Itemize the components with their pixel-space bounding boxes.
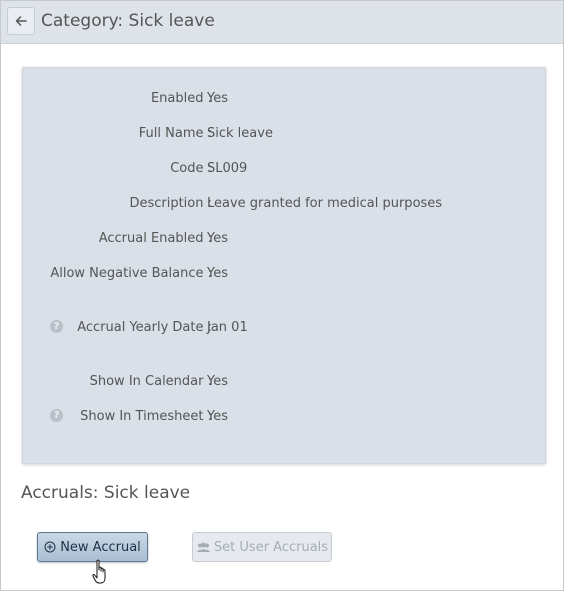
show-in-timesheet-label: Show In Timesheet :	[80, 409, 212, 424]
accrual-enabled-value: Yes	[207, 231, 228, 246]
full-name-value: Sick leave	[207, 126, 273, 141]
description-value: Leave granted for medical purposes	[207, 196, 443, 211]
enabled-label: Enabled :	[150, 91, 212, 106]
code-value: SL009	[207, 161, 248, 176]
category-details-panel: Enabled : Yes Full Name : Sick leave Cod…	[22, 67, 546, 464]
enabled-value: Yes	[207, 91, 228, 106]
new-accrual-label: New Accrual	[60, 539, 141, 555]
allow-negative-balance-label: Allow Negative Balance :	[50, 266, 212, 281]
accrual-yearly-date-label: Accrual Yearly Date :	[77, 320, 212, 335]
full-name-label: Full Name :	[138, 126, 212, 141]
page-title: Category: Sick leave	[41, 11, 215, 31]
description-label: Description :	[129, 196, 212, 211]
accruals-section-title: Accruals: Sick leave	[21, 483, 191, 503]
hand-pointer-icon	[92, 559, 106, 584]
allow-negative-balance-value: Yes	[207, 266, 228, 281]
users-icon	[196, 542, 210, 552]
set-user-accruals-button[interactable]: Set User Accruals	[192, 532, 332, 562]
set-user-accruals-label: Set User Accruals	[213, 539, 329, 555]
show-in-calendar-label: Show In Calendar :	[89, 374, 212, 389]
accrual-enabled-label: Accrual Enabled :	[98, 231, 212, 246]
show-in-calendar-value: Yes	[207, 374, 228, 389]
code-label: Code :	[170, 161, 212, 176]
new-accrual-button[interactable]: New Accrual	[37, 532, 148, 562]
plus-circle-icon	[44, 541, 56, 553]
show-in-timesheet-value: Yes	[207, 409, 228, 424]
page-header: Category: Sick leave	[1, 1, 563, 44]
accrual-yearly-date-value: Jan 01	[207, 320, 248, 335]
arrow-left-icon	[15, 16, 27, 26]
back-button[interactable]	[7, 7, 35, 35]
